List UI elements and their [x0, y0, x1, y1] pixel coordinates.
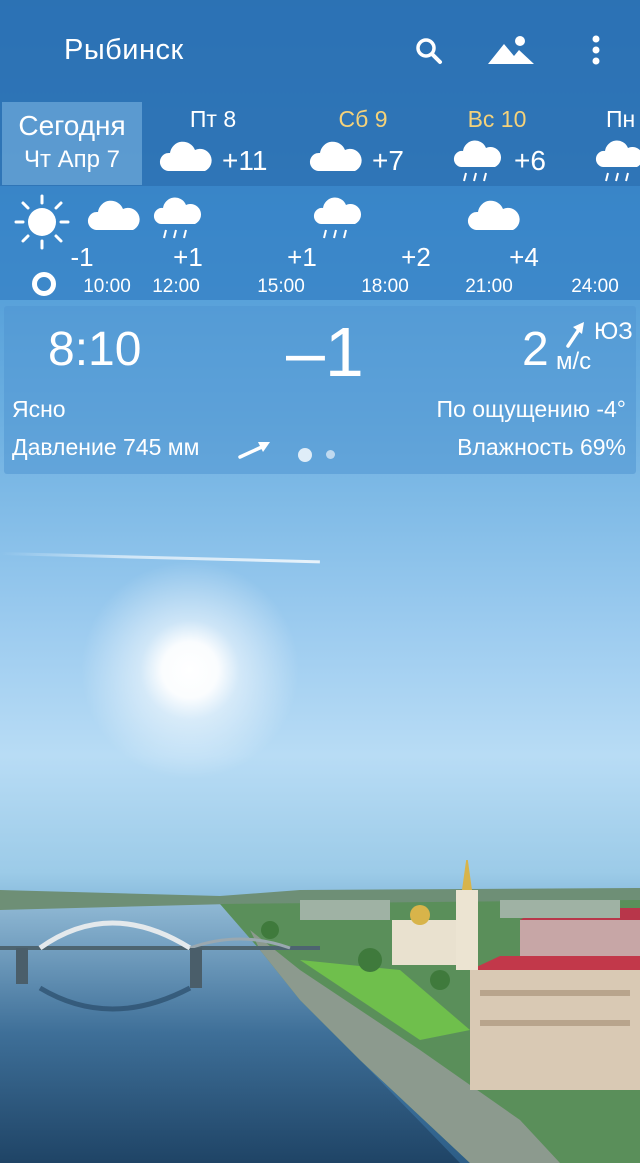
sun-glow — [80, 560, 300, 780]
daily-forecast-strip: Сегодня Чт Апр 7 Пт 8 +11 Сб 9 +7 Вс 10 — [0, 100, 640, 186]
background-mountain-icon[interactable] — [486, 34, 536, 73]
hour-temp: +1 — [173, 242, 203, 272]
day-tab-sun[interactable]: Вс 10 +6 — [432, 106, 562, 185]
more-options-icon[interactable] — [588, 34, 604, 73]
city-title[interactable]: Рыбинск — [64, 34, 184, 67]
day-tab-mon[interactable]: Пн — [572, 106, 640, 185]
day-temp: +7 — [372, 145, 404, 176]
today-label: Сегодня — [18, 110, 126, 141]
rain-cloud-icon — [312, 196, 362, 247]
current-temperature: –1 — [286, 313, 364, 391]
cloud-icon — [466, 198, 520, 239]
hour-temp: +2 — [401, 242, 431, 272]
hour-time: 15:00 — [257, 276, 305, 297]
hour-time: 12:00 — [152, 276, 200, 297]
hour-time: 21:00 — [465, 276, 513, 297]
feels-like: По ощущению -4° — [436, 396, 626, 422]
current-conditions-card[interactable]: 8:10 –1 2 ЮЗ м/с Ясно По ощущению -4° Да… — [4, 306, 636, 474]
rain-cloud-icon — [452, 139, 502, 190]
cloud-icon — [86, 198, 140, 239]
contrail — [0, 552, 320, 564]
wind-speed: 2 — [522, 323, 549, 376]
day-temp: +6 — [514, 145, 546, 176]
today-date: Чт Апр 7 — [23, 146, 121, 173]
day-name: Вс 10 — [467, 106, 527, 132]
cloud-icon — [158, 139, 212, 180]
wind-unit: м/с — [556, 348, 592, 375]
day-name: Сб 9 — [338, 106, 388, 132]
hour-time: 18:00 — [361, 276, 409, 297]
page-indicator — [298, 446, 349, 464]
day-temp: +11 — [222, 145, 268, 176]
pressure: Давление 745 мм — [12, 434, 200, 460]
day-tab-today[interactable]: Сегодня Чт Апр 7 — [2, 102, 142, 185]
pressure-trend-arrow-icon — [238, 440, 272, 465]
hour-time: 24:00 — [571, 276, 619, 297]
day-name: Пн — [606, 106, 636, 132]
hour-temp: -1 — [70, 242, 94, 272]
cloud-icon — [308, 139, 362, 180]
app-bar: Рыбинск — [0, 0, 640, 100]
rain-cloud-icon — [594, 139, 640, 190]
page-dot[interactable] — [326, 450, 335, 460]
humidity: Влажность 69% — [457, 434, 626, 460]
hour-time: 10:00 — [83, 276, 131, 297]
city-river-scene — [0, 860, 640, 1163]
day-tab-fri[interactable]: Пт 8 +11 — [148, 106, 278, 185]
page-dot-active[interactable] — [298, 447, 312, 462]
day-name: Пт 8 — [189, 106, 237, 132]
search-icon[interactable] — [414, 36, 444, 71]
current-time-marker — [32, 272, 56, 296]
hour-temp: +1 — [287, 242, 317, 272]
current-time: 8:10 — [48, 323, 142, 376]
hourly-forecast-strip[interactable]: -1 +1 +1 +2 +4 10:00 12:00 15:00 18:00 2… — [0, 186, 640, 300]
day-tab-sat[interactable]: Сб 9 +7 — [298, 106, 428, 185]
rain-cloud-icon — [152, 196, 202, 247]
condition-text: Ясно — [12, 396, 66, 422]
wind-direction: ЮЗ — [594, 318, 633, 345]
hour-temp: +4 — [509, 242, 539, 272]
